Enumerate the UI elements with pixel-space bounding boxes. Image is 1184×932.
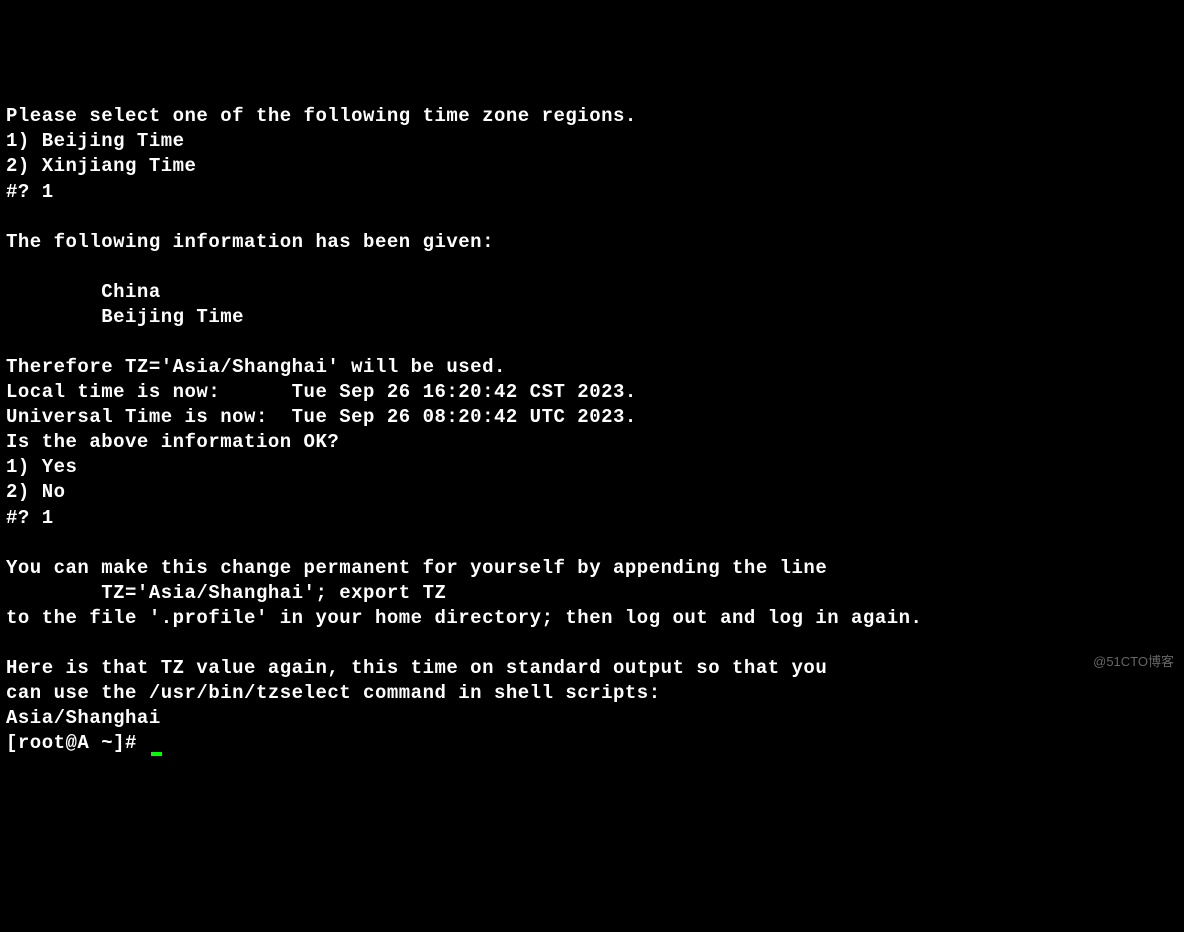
terminal-line: The following information has been given… (6, 230, 1178, 255)
terminal-line (6, 255, 1178, 280)
terminal-line (6, 631, 1178, 656)
terminal-line: Asia/Shanghai (6, 706, 1178, 731)
terminal-line: Universal Time is now: Tue Sep 26 08:20:… (6, 405, 1178, 430)
terminal-line: #? 1 (6, 506, 1178, 531)
terminal-line: 1) Yes (6, 455, 1178, 480)
terminal-line: Please select one of the following time … (6, 104, 1178, 129)
terminal-line: Beijing Time (6, 305, 1178, 330)
terminal-line: 1) Beijing Time (6, 129, 1178, 154)
terminal-prompt-line[interactable]: [root@A ~]# (6, 731, 1178, 756)
terminal-line: 2) Xinjiang Time (6, 154, 1178, 179)
terminal-line: TZ='Asia/Shanghai'; export TZ (6, 581, 1178, 606)
terminal-line: #? 1 (6, 180, 1178, 205)
shell-prompt: [root@A ~]# (6, 732, 149, 754)
terminal-line: Therefore TZ='Asia/Shanghai' will be use… (6, 355, 1178, 380)
terminal-line: 2) No (6, 480, 1178, 505)
terminal-line (6, 531, 1178, 556)
terminal-line: Local time is now: Tue Sep 26 16:20:42 C… (6, 380, 1178, 405)
terminal-line (6, 205, 1178, 230)
watermark-text: @51CTO博客 (1093, 653, 1174, 670)
terminal-line: Is the above information OK? (6, 430, 1178, 455)
terminal-line: to the file '.profile' in your home dire… (6, 606, 1178, 631)
cursor (151, 752, 162, 756)
terminal-output: Please select one of the following time … (6, 104, 1178, 731)
terminal-line: China (6, 280, 1178, 305)
terminal-line (6, 330, 1178, 355)
terminal-line: You can make this change permanent for y… (6, 556, 1178, 581)
terminal-line: can use the /usr/bin/tzselect command in… (6, 681, 1178, 706)
terminal-line: Here is that TZ value again, this time o… (6, 656, 1178, 681)
